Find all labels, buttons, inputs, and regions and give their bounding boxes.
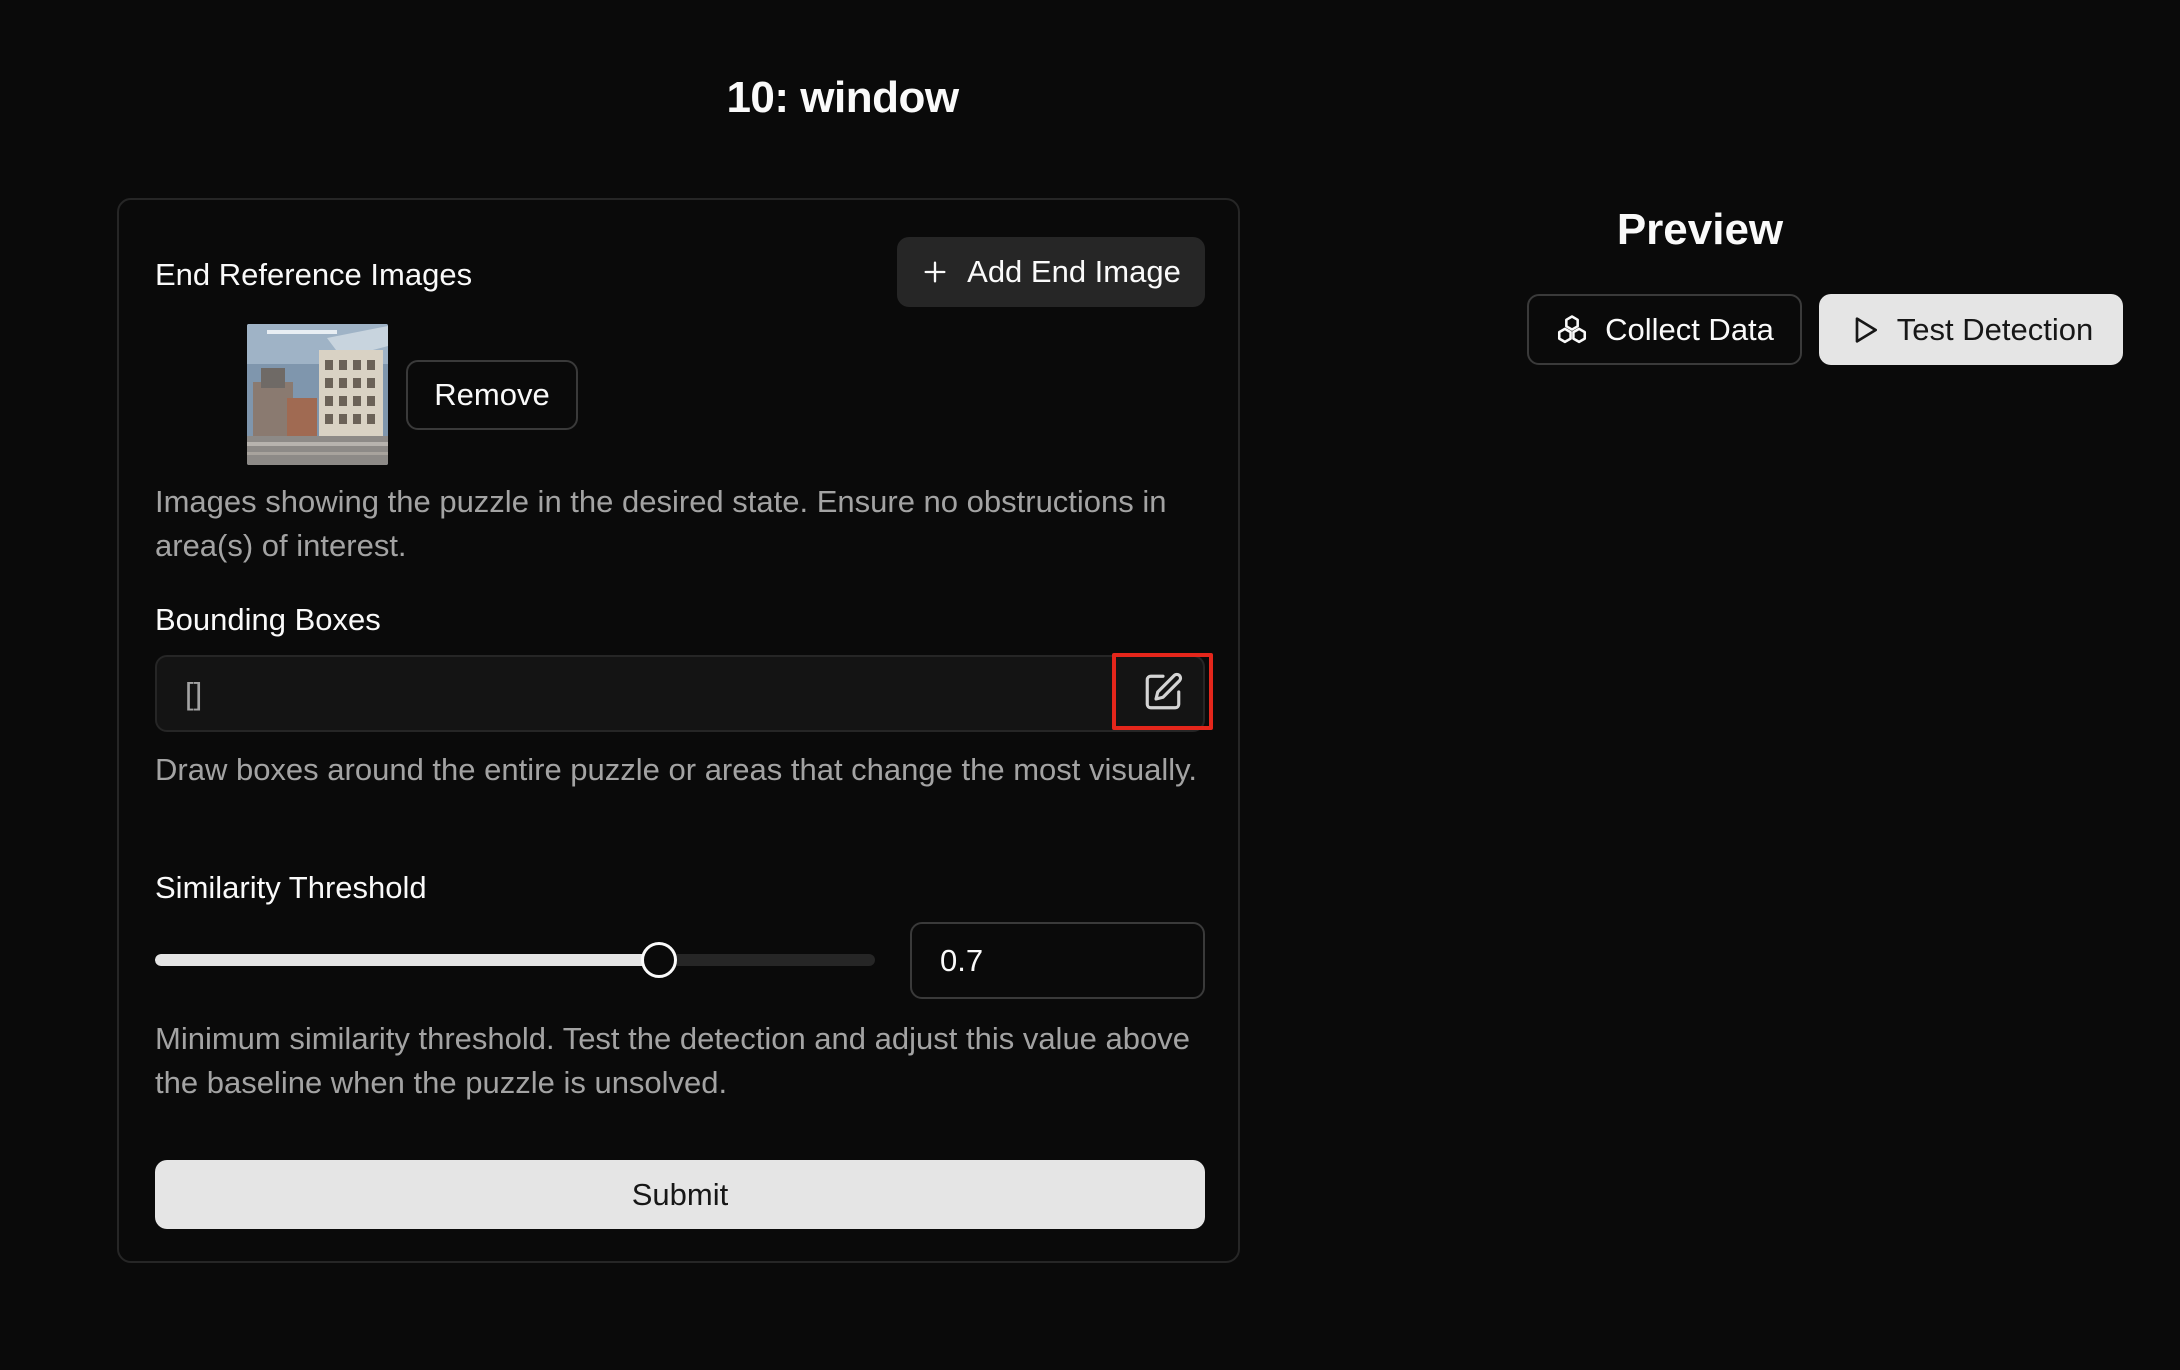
test-detection-button[interactable]: Test Detection	[1819, 294, 2123, 365]
similarity-help: Minimum similarity threshold. Test the d…	[155, 1021, 1191, 1100]
end-images-help: Images showing the puzzle in the desired…	[155, 484, 1167, 563]
slider-fill	[155, 954, 659, 966]
page: 10: window End Reference Images Add End …	[0, 0, 2180, 1370]
slider-thumb[interactable]	[641, 942, 677, 978]
edit-icon	[1142, 671, 1184, 713]
remove-image-button[interactable]: Remove	[406, 360, 578, 430]
bounding-boxes-help: Draw boxes around the entire puzzle or a…	[155, 752, 1197, 787]
edit-bounding-boxes-button[interactable]	[1112, 653, 1213, 730]
preview-title: Preview	[1616, 205, 1784, 254]
end-images-label: End Reference Images	[155, 257, 473, 292]
add-end-image-button[interactable]: Add End Image	[897, 237, 1205, 307]
play-icon	[1849, 314, 1881, 346]
add-end-image-label: Add End Image	[967, 254, 1181, 289]
page-title: 10: window	[726, 73, 959, 122]
boxes-icon	[1555, 313, 1589, 347]
similarity-label: Similarity Threshold	[155, 870, 427, 905]
submit-button[interactable]: Submit	[155, 1160, 1205, 1229]
bounding-boxes-label: Bounding Boxes	[155, 602, 381, 637]
test-detection-label: Test Detection	[1896, 311, 2094, 347]
collect-data-button[interactable]: Collect Data	[1527, 294, 1802, 365]
end-image-thumbnail	[247, 324, 388, 465]
bounding-boxes-value: []	[185, 676, 203, 711]
form-card: End Reference Images Add End Image Remov…	[117, 198, 1240, 1263]
collect-data-label: Collect Data	[1605, 311, 1774, 347]
slider-track	[155, 954, 875, 966]
bounding-boxes-field[interactable]: []	[155, 655, 1205, 732]
plus-icon	[921, 258, 949, 286]
similarity-input[interactable]	[910, 922, 1205, 999]
similarity-slider[interactable]	[155, 940, 875, 980]
